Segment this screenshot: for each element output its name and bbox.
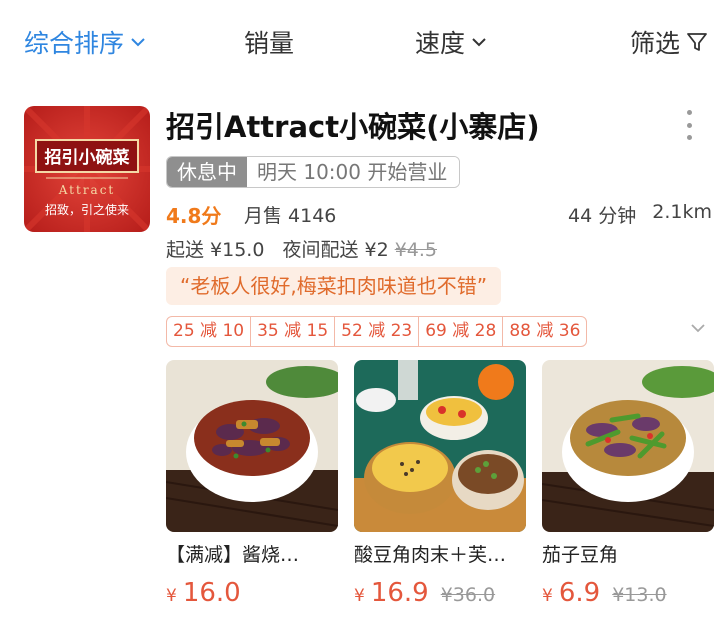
store-rating: 4.8分 xyxy=(166,204,222,228)
currency-symbol: ¥ xyxy=(354,586,365,606)
distance: 2.1km xyxy=(652,201,712,223)
sort-label: 销量 xyxy=(244,29,295,58)
more-options-icon[interactable] xyxy=(680,110,698,140)
dish-original-price: ¥13.0 xyxy=(612,584,667,606)
status-badge: 休息中 xyxy=(167,157,247,187)
dish-name: 【满减】酱烧… xyxy=(166,544,300,566)
discount-tag: 25 减 10 xyxy=(167,317,252,346)
dish-image xyxy=(542,360,714,532)
chevron-down-icon xyxy=(131,38,145,47)
dish-price: 6.9 xyxy=(558,578,601,608)
dish-price-row: ¥ 16.0 xyxy=(166,578,241,608)
sort-comprehensive-button[interactable]: 综合排序 xyxy=(24,24,146,60)
discount-tag: 35 减 15 xyxy=(251,317,336,346)
dish-name: 茄子豆角 xyxy=(542,544,619,566)
store-name[interactable]: 招引Attract小碗菜(小寨店) xyxy=(166,104,540,146)
sort-sales-button[interactable]: 销量 xyxy=(244,24,294,60)
discount-tag: 69 减 28 xyxy=(419,317,504,346)
dish-image xyxy=(354,360,526,532)
currency-symbol: ¥ xyxy=(542,586,553,606)
filter-icon xyxy=(687,33,707,51)
dish-card[interactable]: 【满减】酱烧… ¥ 16.0 xyxy=(166,360,338,610)
dish-image xyxy=(166,360,338,532)
delivery-time: 44 分钟 xyxy=(568,205,637,227)
delivery-info: 44 分钟 2.1km xyxy=(568,201,712,228)
store-logo[interactable]: 招引小碗菜 Attract 招致，引之使来 xyxy=(24,106,150,232)
svg-text:招致，引之使来: 招致，引之使来 xyxy=(45,202,129,217)
sort-label: 速度 xyxy=(415,29,466,58)
sort-label: 综合排序 xyxy=(24,29,125,58)
discount-tags[interactable]: 25 减 10 35 减 15 52 减 23 69 减 28 88 减 36 xyxy=(166,316,588,347)
night-delivery-fee: 夜间配送 ¥2 xyxy=(282,239,389,261)
dish-price: 16.9 xyxy=(370,578,429,608)
min-order: 起送 ¥15.0 xyxy=(166,239,265,261)
open-time-text: 明天 10:00 开始营业 xyxy=(247,157,460,187)
discount-tag: 52 减 23 xyxy=(335,317,420,346)
sort-filter-button[interactable]: 筛选 xyxy=(630,24,708,60)
store-status: 休息中 明天 10:00 开始营业 xyxy=(166,156,461,188)
chevron-down-icon[interactable] xyxy=(690,322,706,334)
night-delivery-original-fee: ¥4.5 xyxy=(394,239,438,261)
discount-tag: 88 减 36 xyxy=(509,321,581,341)
monthly-sales: 月售 4146 xyxy=(244,205,337,227)
sort-label: 筛选 xyxy=(630,29,681,58)
dish-original-price: ¥36.0 xyxy=(440,584,496,606)
sort-bar: 综合排序 销量 速度 筛选 xyxy=(0,0,720,86)
delivery-fee-row: 起送 ¥15.0 夜间配送 ¥2 ¥4.5 xyxy=(166,235,437,262)
dish-card[interactable]: 酸豆角肉末＋芙… ¥ 16.9 ¥36.0 xyxy=(354,360,526,610)
dish-price: 16.0 xyxy=(182,578,241,608)
svg-text:Attract: Attract xyxy=(58,183,116,197)
dish-price-row: ¥ 6.9 ¥13.0 xyxy=(542,578,667,608)
review-highlight: “老板人很好,梅菜扣肉味道也不错” xyxy=(166,267,502,305)
store-logo-image: 招引小碗菜 Attract 招致，引之使来 xyxy=(24,106,150,232)
dish-card[interactable]: 茄子豆角 ¥ 6.9 ¥13.0 xyxy=(542,360,714,610)
dish-price-row: ¥ 16.9 ¥36.0 xyxy=(354,578,495,608)
svg-text:招引小碗菜: 招引小碗菜 xyxy=(45,147,131,168)
sort-speed-button[interactable]: 速度 xyxy=(415,24,487,60)
dish-name: 酸豆角肉末＋芙… xyxy=(354,544,507,566)
currency-symbol: ¥ xyxy=(166,586,177,606)
chevron-down-icon xyxy=(472,38,486,47)
store-stats-row: 4.8分 月售 4146 44 分钟 2.1km xyxy=(166,200,712,228)
